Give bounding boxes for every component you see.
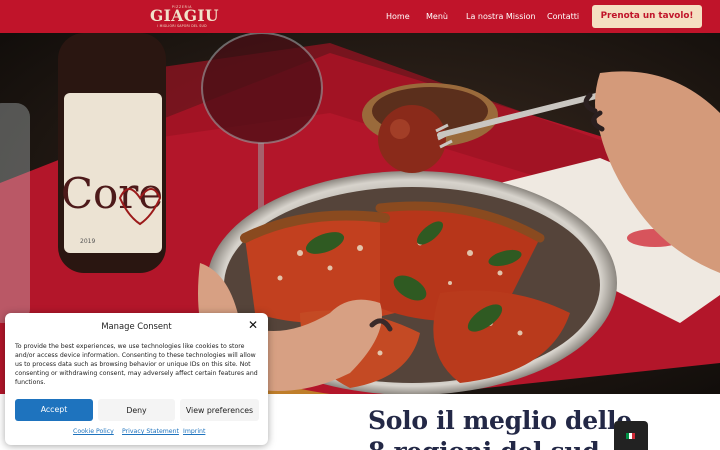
nav-home[interactable]: Home	[386, 0, 410, 33]
accept-button[interactable]: Accept	[15, 399, 93, 421]
language-switcher[interactable]	[614, 421, 648, 450]
imprint-link[interactable]: Imprint	[183, 428, 205, 435]
logo-tagline-bottom: I migliori sapori del sud	[157, 24, 207, 28]
nav-mission[interactable]: La nostra Mission	[466, 0, 536, 33]
site-logo[interactable]: Pizzeria GIAGIU I migliori sapori del su…	[150, 5, 219, 29]
consent-title: Manage Consent	[101, 321, 172, 331]
book-table-button[interactable]: Prenota un tavolo!	[592, 5, 702, 28]
page: Pizzeria GIAGIU I migliori sapori del su…	[0, 0, 720, 450]
cookie-consent-dialog: Manage Consent ✕ To provide the best exp…	[5, 313, 268, 445]
bottle-year-text: 2019	[80, 238, 95, 245]
nav-contatti[interactable]: Contatti	[547, 0, 579, 33]
view-preferences-button[interactable]: View preferences	[180, 399, 259, 421]
consent-description: To provide the best experiences, we use …	[15, 343, 258, 387]
deny-button[interactable]: Deny	[98, 399, 175, 421]
privacy-statement-link[interactable]: Privacy Statement	[122, 428, 179, 435]
nav-menu[interactable]: Menù	[426, 0, 448, 33]
logo-wordmark: GIAGIU	[150, 6, 219, 25]
bottle-label-text: Core	[61, 169, 163, 218]
italian-flag-icon	[626, 433, 635, 439]
cookie-policy-link[interactable]: Cookie Policy	[73, 428, 114, 435]
close-icon[interactable]: ✕	[247, 319, 259, 331]
site-header: Pizzeria GIAGIU I migliori sapori del su…	[0, 0, 720, 33]
